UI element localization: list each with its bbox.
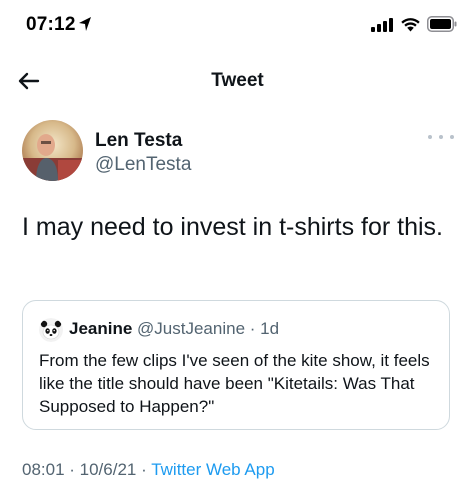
- author-handle[interactable]: @LenTesta: [95, 154, 191, 176]
- quote-time: 1d: [260, 319, 280, 338]
- quote-text: From the few clips I've seen of the kite…: [39, 351, 430, 416]
- tweet-timestamp: 08:01 · 10/6/21 · Twitter Web App: [22, 459, 275, 481]
- quote-header: Jeanine @JustJeanine · 1d: [69, 318, 279, 340]
- status-time: 07:12: [26, 14, 76, 35]
- author-name[interactable]: Len Testa: [95, 130, 191, 152]
- more-dot-icon: [428, 135, 432, 139]
- page-title: Tweet: [211, 70, 264, 91]
- author-info: Len Testa @LenTesta: [95, 130, 191, 176]
- battery-icon: [427, 16, 457, 32]
- quoted-tweet[interactable]: Jeanine @JustJeanine · 1d From the few c…: [22, 300, 450, 430]
- quote-author-handle: @JustJeanine: [137, 319, 246, 338]
- avatar-photo: [22, 120, 83, 181]
- quote-author-name: Jeanine: [69, 319, 133, 338]
- source-link[interactable]: Twitter Web App: [151, 460, 274, 479]
- wifi-icon: [401, 18, 420, 32]
- location-arrow-icon: [79, 17, 91, 31]
- quote-author-avatar: [39, 318, 63, 342]
- timestamp-text[interactable]: 08:01 · 10/6/21: [22, 460, 136, 479]
- nav-header: Tweet: [0, 58, 475, 104]
- status-bar: 07:12: [0, 0, 475, 50]
- more-options-button[interactable]: [428, 130, 454, 144]
- tweet-text: I may need to invest in t-shirts for thi…: [22, 213, 443, 241]
- author-avatar[interactable]: [22, 120, 83, 181]
- more-dot-icon: [450, 135, 454, 139]
- timestamp-separator: ·: [136, 460, 152, 479]
- quote-separator: ·: [245, 319, 261, 338]
- cellular-signal-icon: [371, 18, 393, 32]
- more-dot-icon: [439, 135, 443, 139]
- panda-avatar-icon: [39, 318, 63, 342]
